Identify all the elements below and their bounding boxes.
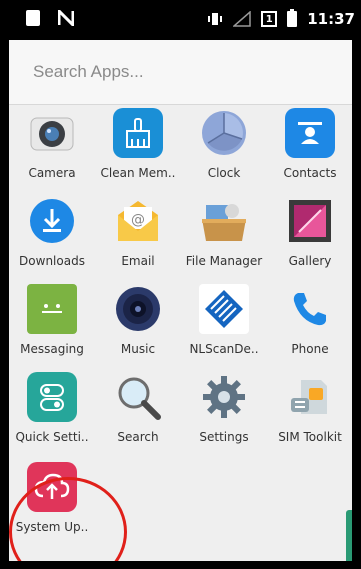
app-label: Camera — [28, 166, 76, 180]
app-gallery[interactable]: Gallery — [267, 196, 352, 268]
app-downloads[interactable]: Downloads — [9, 196, 95, 268]
gallery-icon — [285, 196, 335, 246]
gear-icon — [199, 372, 249, 422]
sd-card-icon — [26, 10, 40, 26]
svg-text:@: @ — [131, 212, 145, 228]
app-email[interactable]: @ Email — [95, 196, 181, 268]
camera-icon — [27, 108, 77, 158]
contacts-icon — [285, 108, 335, 158]
sim-card-icon — [285, 372, 335, 422]
app-label: Music — [120, 342, 156, 356]
app-clean-memory[interactable]: Clean Mem.. — [95, 108, 181, 180]
vibrate-icon — [208, 13, 223, 25]
chat-icon — [27, 284, 77, 334]
broom-icon — [113, 108, 163, 158]
app-label: Contacts — [283, 166, 337, 180]
app-label: Clock — [207, 166, 241, 180]
email-icon: @ — [113, 196, 163, 246]
clock-time: 11:37 — [307, 10, 355, 28]
app-label: Phone — [291, 342, 329, 356]
sim-indicator: 1 — [261, 11, 278, 27]
app-label: Gallery — [288, 254, 332, 268]
phone-icon — [285, 284, 335, 334]
app-nlscan[interactable]: NLScanDe.. — [181, 284, 267, 356]
app-messaging[interactable]: Messaging — [9, 284, 95, 356]
app-label: Messaging — [20, 342, 84, 356]
app-contacts[interactable]: Contacts — [267, 108, 352, 180]
app-label: Settings — [199, 430, 249, 444]
app-sim-toolkit[interactable]: SIM Toolkit — [267, 372, 352, 444]
device-frame: 1 11:37 Search Apps... Camera Clean Mem.… — [0, 0, 361, 569]
app-label: Search — [117, 430, 159, 444]
app-camera[interactable]: Camera — [9, 108, 95, 180]
nlscan-icon — [199, 284, 249, 334]
search-input[interactable]: Search Apps... — [33, 62, 144, 82]
folder-icon — [199, 196, 249, 246]
app-label: SIM Toolkit — [278, 430, 342, 444]
battery-icon — [287, 9, 298, 27]
edge-handle — [346, 510, 352, 561]
clock-icon — [199, 108, 249, 158]
app-label: Clean Mem.. — [100, 166, 176, 180]
app-label: Downloads — [19, 254, 85, 268]
app-label: File Manager — [185, 254, 263, 268]
status-bar: 1 11:37 — [0, 0, 361, 38]
download-icon — [27, 196, 77, 246]
app-label: Email — [121, 254, 155, 268]
app-label: Quick Setti.. — [15, 430, 89, 444]
app-label: NLScanDe.. — [189, 342, 259, 356]
magnifier-icon — [113, 372, 163, 422]
app-music[interactable]: Music — [95, 284, 181, 356]
signal-icon — [233, 11, 251, 27]
app-phone[interactable]: Phone — [267, 284, 352, 356]
toggle-icon — [27, 372, 77, 422]
app-settings[interactable]: Settings — [181, 372, 267, 444]
app-search[interactable]: Search — [95, 372, 181, 444]
search-bar[interactable]: Search Apps... — [9, 40, 352, 105]
speaker-icon — [113, 284, 163, 334]
app-quick-settings[interactable]: Quick Setti.. — [9, 372, 95, 444]
n-mark-icon — [58, 10, 74, 26]
app-drawer: Search Apps... Camera Clean Mem.. Clock … — [9, 40, 352, 561]
app-file-manager[interactable]: File Manager — [181, 196, 267, 268]
app-clock[interactable]: Clock — [181, 108, 267, 180]
